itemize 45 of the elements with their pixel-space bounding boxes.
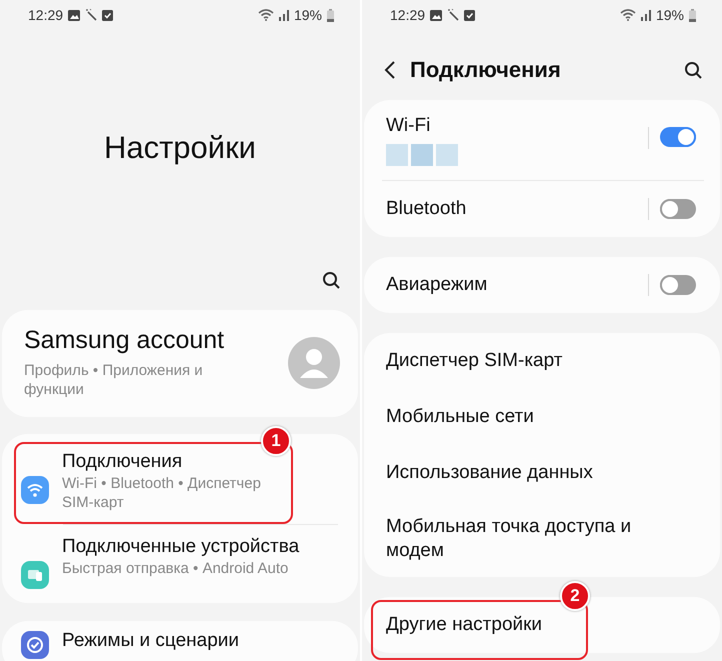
image-icon [430,10,442,20]
wifi-icon [21,476,49,504]
battery-icon [327,8,334,22]
clock-time: 12:29 [28,7,64,23]
wifi-signal-icon [620,9,636,21]
battery-percent: 19% [294,7,322,23]
account-card[interactable]: Samsung account Профиль • Приложения и функции [2,310,358,417]
item-title: Другие настройки [386,613,542,637]
search-icon[interactable] [684,61,702,79]
item-title: Мобильные сети [386,405,534,429]
item-title: Подключения [62,450,184,474]
cell-signal-icon [640,9,651,21]
magic-wand-icon [85,9,98,21]
toggle-switch[interactable] [660,199,696,219]
item-title: Мобильная точка доступа и модем [386,515,632,563]
devices-icon [21,561,49,589]
image-icon [68,10,80,20]
checkbox-icon [102,10,114,20]
item-title: Wi-Fi [386,114,430,138]
item-title: Авиарежим [386,273,488,297]
step-badge: 1 [261,426,291,456]
step-badge: 2 [560,581,590,611]
clock-time: 12:29 [390,7,426,23]
item-title: Bluetooth [386,197,466,221]
battery-percent: 19% [656,7,684,23]
back-icon[interactable] [384,60,396,80]
wifi-signal-icon [258,9,274,21]
avatar-icon [288,336,340,388]
account-subtitle: Профиль • Приложения и функции [24,361,204,399]
item-subtitle: Wi-Fi • Bluetooth • Диспетчер SIM-карт [62,474,262,512]
item-title: Подключенные устройства [62,535,300,559]
magic-wand-icon [447,9,460,21]
cell-signal-icon [278,9,289,21]
page-title: Настройки [104,130,256,166]
page-title: Подключения [410,57,562,83]
item-title: Режимы и сценарии [62,629,239,653]
item-title: Использование данных [386,461,593,485]
checkbox-icon [464,10,476,20]
toggle-switch[interactable] [660,275,696,295]
battery-icon [689,8,696,22]
item-title: Диспетчер SIM-карт [386,349,562,373]
account-title: Samsung account [24,326,226,355]
search-icon[interactable] [322,271,340,289]
item-subtitle: Быстрая отправка • Android Auto [62,559,290,578]
toggle-switch[interactable] [660,127,696,147]
